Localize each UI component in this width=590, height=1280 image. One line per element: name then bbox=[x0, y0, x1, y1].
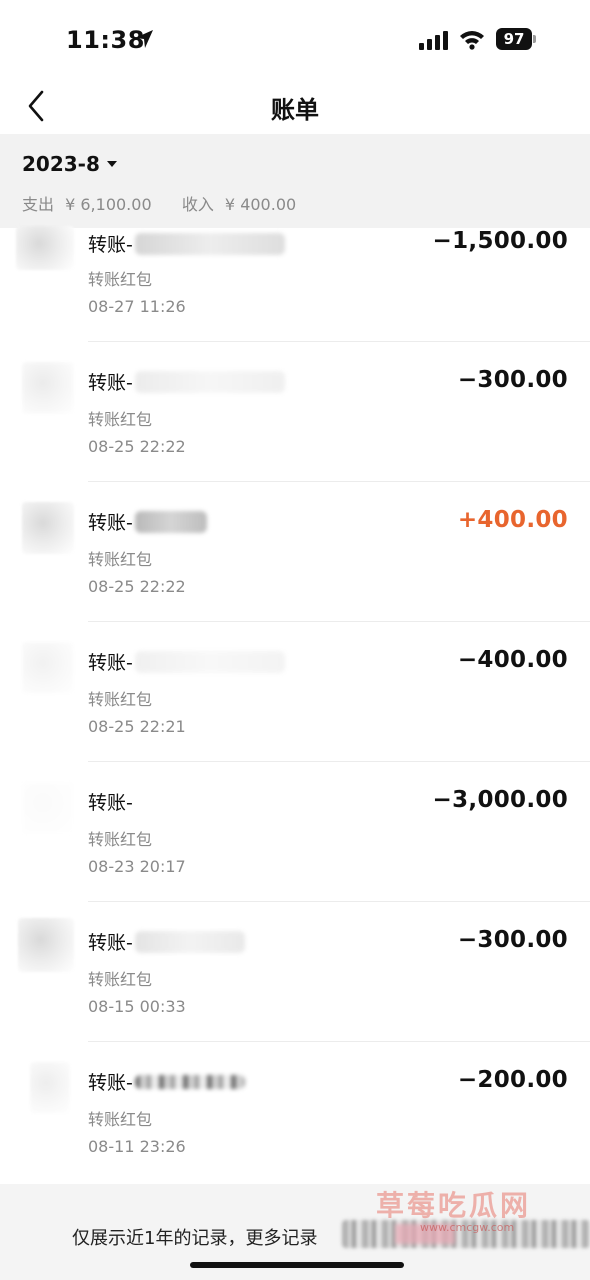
transaction-category: 转账红包 bbox=[88, 550, 153, 569]
month-label: 2023-8 bbox=[22, 152, 100, 176]
income-label: 收入 bbox=[181, 195, 214, 214]
transaction-amount: −1,500.00 bbox=[432, 228, 568, 254]
transaction-category: 转账红包 bbox=[88, 1110, 153, 1129]
transaction-category: 转账红包 bbox=[88, 270, 153, 289]
transaction-datetime: 08-11 23:26 bbox=[88, 1137, 186, 1156]
transaction-title: 转账- bbox=[88, 792, 133, 814]
transaction-amount: −400.00 bbox=[457, 647, 568, 673]
transaction-row[interactable]: 转账- 转账红包 08-11 23:26 −200.00 bbox=[0, 1042, 590, 1182]
location-arrow-icon bbox=[135, 30, 153, 48]
redacted-name bbox=[134, 370, 285, 393]
transaction-category: 转账红包 bbox=[88, 970, 153, 989]
transaction-amount: +400.00 bbox=[457, 507, 568, 533]
transaction-row[interactable]: 转账- 转账红包 08-23 20:17 −3,000.00 bbox=[0, 762, 590, 902]
transaction-datetime: 08-25 22:22 bbox=[88, 577, 186, 596]
transaction-title: 转账- bbox=[88, 368, 285, 395]
status-bar: 11:38 97 bbox=[0, 0, 590, 78]
avatar bbox=[16, 226, 74, 270]
transaction-title: 转账- bbox=[88, 1068, 245, 1095]
caret-down-icon bbox=[106, 161, 117, 167]
expense-total: ¥ 6,100.00 bbox=[65, 195, 152, 214]
transaction-category: 转账红包 bbox=[88, 830, 153, 849]
expense-label: 支出 bbox=[22, 195, 55, 214]
home-indicator[interactable] bbox=[190, 1262, 404, 1268]
battery-tip bbox=[533, 35, 536, 43]
transaction-row[interactable]: 转账- 转账红包 08-25 22:21 −400.00 bbox=[0, 622, 590, 762]
month-header: 2023-8 支出 ¥ 6,100.00 收入 ¥ 400.00 bbox=[0, 134, 590, 228]
transaction-amount: −200.00 bbox=[457, 1067, 568, 1093]
transaction-amount: −3,000.00 bbox=[432, 787, 568, 813]
redacted-name bbox=[134, 930, 245, 953]
nav-bar: 账单 bbox=[0, 78, 590, 134]
redacted-name bbox=[134, 232, 285, 255]
footer-note[interactable]: 仅展示近1年的记录，更多记录 bbox=[72, 1224, 317, 1250]
transaction-datetime: 08-27 11:26 bbox=[88, 297, 186, 316]
avatar bbox=[22, 642, 74, 694]
transaction-title: 转账- bbox=[88, 230, 285, 257]
transaction-datetime: 08-25 22:21 bbox=[88, 717, 186, 736]
avatar bbox=[30, 1062, 70, 1114]
transaction-list: 转账- 转账红包 08-27 11:26 −1,500.00 转账- 转账红包 … bbox=[0, 226, 590, 1182]
battery-level: 97 bbox=[496, 28, 532, 50]
redacted-name bbox=[134, 1074, 245, 1089]
transaction-datetime: 08-15 00:33 bbox=[88, 997, 186, 1016]
month-selector[interactable]: 2023-8 bbox=[22, 152, 118, 176]
month-summary: 支出 ¥ 6,100.00 收入 ¥ 400.00 bbox=[22, 191, 302, 215]
transaction-title: 转账- bbox=[88, 648, 285, 675]
transaction-row[interactable]: 转账- 转账红包 08-27 11:26 −1,500.00 bbox=[0, 226, 590, 342]
redacted-name bbox=[134, 650, 285, 673]
transaction-datetime: 08-23 20:17 bbox=[88, 857, 186, 876]
avatar bbox=[22, 502, 74, 554]
transaction-title: 转账- bbox=[88, 508, 207, 535]
page-title: 账单 bbox=[271, 96, 319, 124]
transaction-row[interactable]: 转账- 转账红包 08-15 00:33 −300.00 bbox=[0, 902, 590, 1042]
transaction-amount: −300.00 bbox=[457, 367, 568, 393]
wifi-icon bbox=[460, 31, 484, 50]
transaction-amount: −300.00 bbox=[457, 927, 568, 953]
transaction-row[interactable]: 转账- 转账红包 08-25 22:22 −300.00 bbox=[0, 342, 590, 482]
watermark: 草莓吃瓜网 bbox=[376, 1189, 532, 1222]
transaction-category: 转账红包 bbox=[88, 690, 153, 709]
redacted-name bbox=[134, 510, 207, 533]
cellular-signal-icon bbox=[419, 31, 448, 50]
avatar bbox=[18, 918, 74, 972]
watermark-url: www.cmcgw.com bbox=[420, 1221, 515, 1234]
battery-indicator: 97 bbox=[496, 28, 536, 50]
transaction-category: 转账红包 bbox=[88, 410, 153, 429]
avatar bbox=[22, 782, 74, 834]
income-total: ¥ 400.00 bbox=[224, 195, 297, 214]
transaction-title: 转账- bbox=[88, 928, 245, 955]
transaction-row[interactable]: 转账- 转账红包 08-25 22:22 +400.00 bbox=[0, 482, 590, 622]
avatar bbox=[22, 362, 74, 414]
transaction-datetime: 08-25 22:22 bbox=[88, 437, 186, 456]
